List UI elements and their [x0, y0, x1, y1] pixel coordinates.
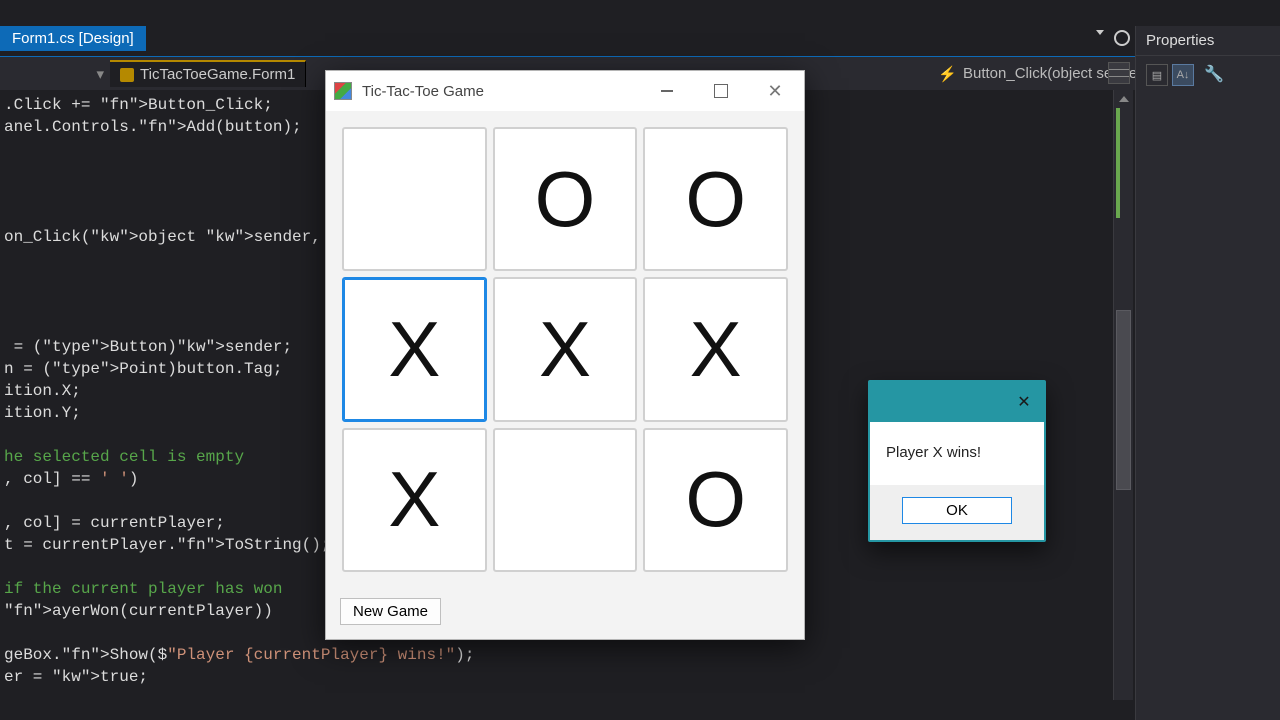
- board-cell-3[interactable]: X: [342, 277, 487, 421]
- properties-panel-title: Properties: [1136, 26, 1280, 56]
- close-icon[interactable]: ✕: [1012, 390, 1036, 414]
- type-selector-label: TicTacToeGame.Form1: [140, 66, 295, 83]
- window-titlebar[interactable]: Tic-Tac-Toe Game ✕: [326, 71, 804, 111]
- dropdown-icon[interactable]: [1096, 30, 1104, 35]
- scroll-thumb[interactable]: [1116, 310, 1131, 490]
- properties-panel: Properties ▤ A↓ 🔧: [1135, 26, 1280, 720]
- messagebox: ✕ Player X wins! OK: [868, 380, 1046, 542]
- app-icon: [334, 82, 352, 100]
- board-cell-2[interactable]: O: [643, 127, 788, 271]
- window-title: Tic-Tac-Toe Game: [362, 83, 652, 100]
- category-view-button[interactable]: ▤: [1146, 64, 1168, 86]
- board-cell-0[interactable]: [342, 127, 487, 271]
- messagebox-text: Player X wins!: [870, 422, 1044, 485]
- board-cell-4[interactable]: X: [493, 277, 638, 421]
- board-cell-6[interactable]: X: [342, 428, 487, 572]
- messagebox-titlebar[interactable]: ✕: [870, 382, 1044, 422]
- gear-icon[interactable]: [1114, 30, 1130, 46]
- close-button[interactable]: ✕: [760, 76, 790, 106]
- alpha-view-button[interactable]: A↓: [1172, 64, 1194, 86]
- type-selector[interactable]: TicTacToeGame.Form1: [110, 60, 306, 87]
- scroll-up-arrow-icon[interactable]: [1119, 96, 1129, 102]
- change-marker: [1116, 108, 1120, 218]
- board-cell-7[interactable]: [493, 428, 638, 572]
- editor-toolbar-right: [1096, 30, 1130, 46]
- editor-tab-active[interactable]: Form1.cs [Design]: [0, 26, 146, 51]
- maximize-button[interactable]: [706, 76, 736, 106]
- wrench-icon[interactable]: 🔧: [1204, 64, 1224, 86]
- board-cell-8[interactable]: O: [643, 428, 788, 572]
- board-cell-1[interactable]: O: [493, 127, 638, 271]
- lightning-icon: ⚡: [938, 65, 957, 83]
- game-board: OOXXXXO: [326, 111, 804, 588]
- form-icon: [120, 68, 134, 82]
- tictactoe-window: Tic-Tac-Toe Game ✕ OOXXXXO New Game: [325, 70, 805, 640]
- ok-button[interactable]: OK: [902, 497, 1012, 524]
- properties-toolbar: ▤ A↓ 🔧: [1136, 56, 1280, 94]
- new-game-button[interactable]: New Game: [340, 598, 441, 625]
- minimize-button[interactable]: [652, 76, 682, 106]
- chevron-down-icon[interactable]: ▾: [96, 65, 104, 83]
- editor-scrollbar[interactable]: [1113, 90, 1133, 700]
- split-editor-button[interactable]: [1108, 62, 1130, 84]
- board-cell-5[interactable]: X: [643, 277, 788, 421]
